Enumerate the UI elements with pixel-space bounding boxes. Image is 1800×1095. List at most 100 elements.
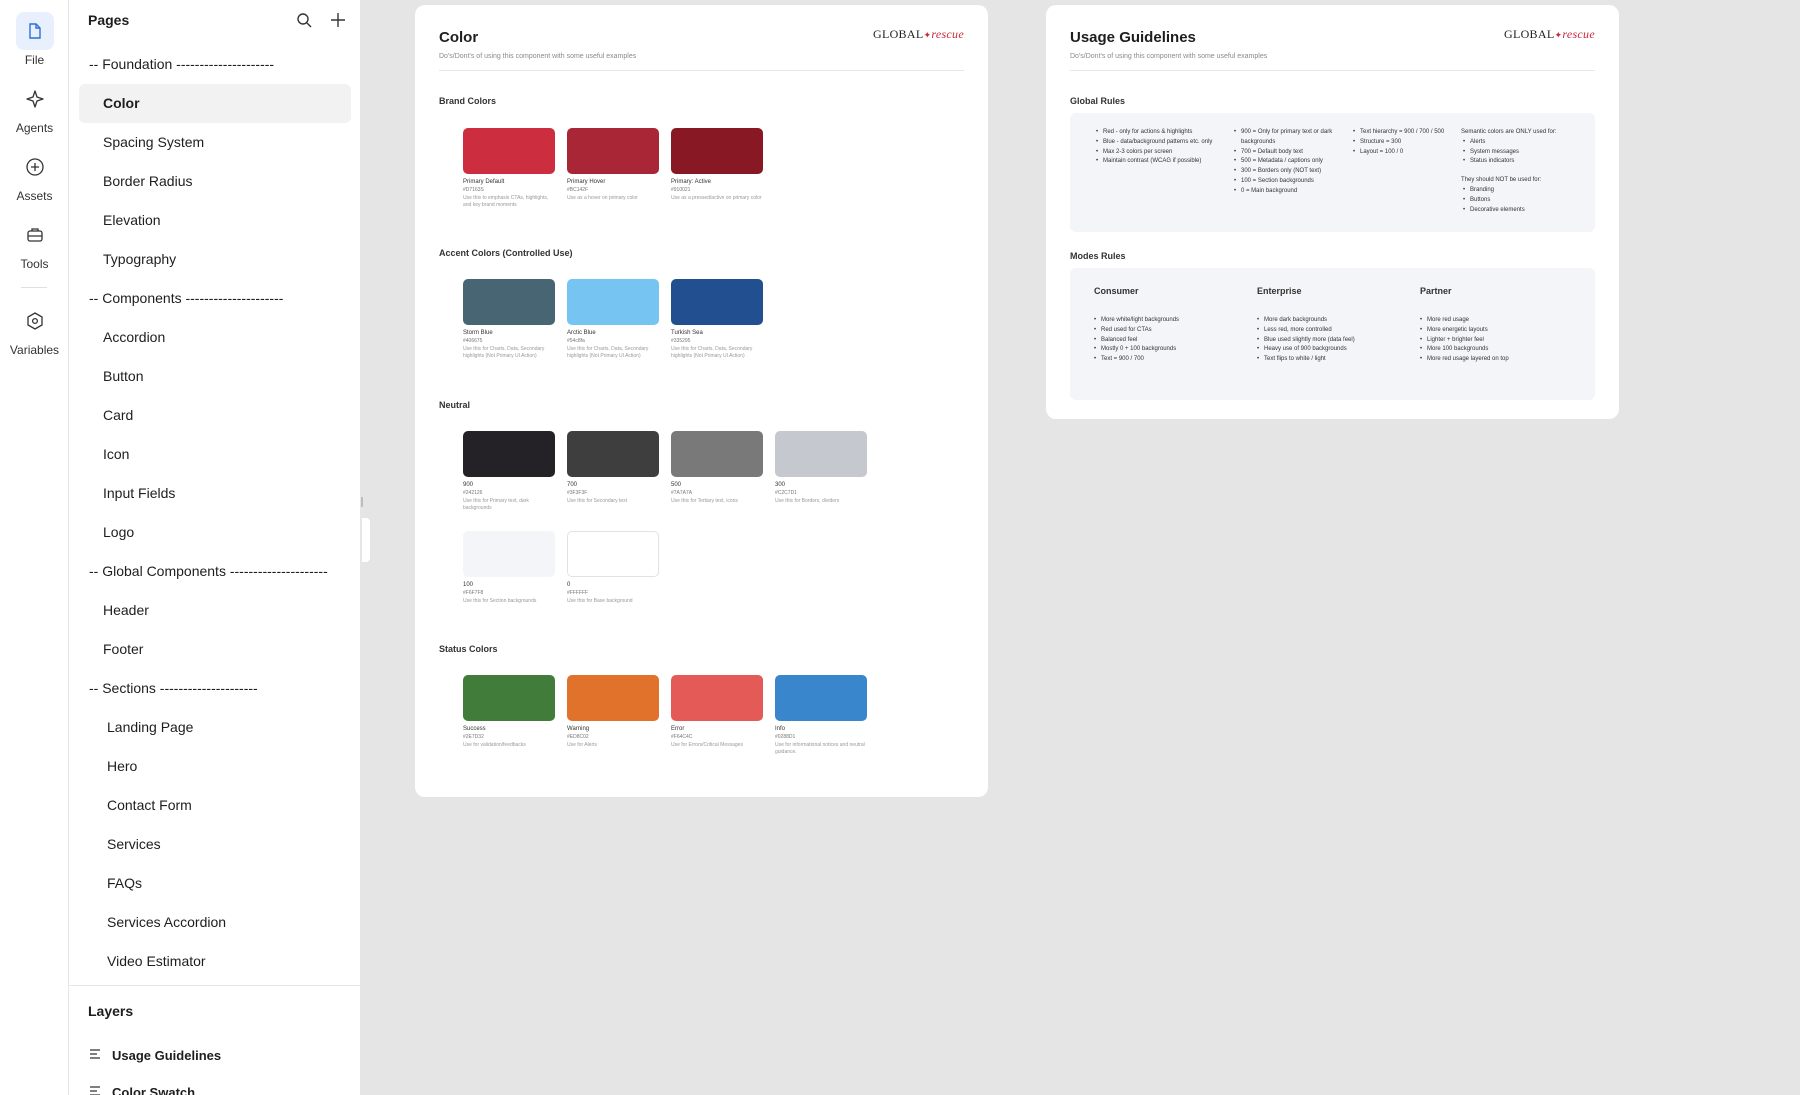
color-chip (775, 431, 867, 477)
page-item-color[interactable]: Color (79, 84, 351, 123)
page-item-typography[interactable]: Typography (79, 240, 351, 279)
modes-rules-heading: Modes Rules (1070, 251, 1126, 261)
swatch-neutral-300[interactable]: 300 #C2C7D1 Use this for Borders, divide… (775, 431, 867, 505)
swatch-neutral-100[interactable]: 100 #F6F7F8 Use this for Section backgro… (463, 531, 555, 605)
page-item-header[interactable]: Header (79, 591, 351, 630)
page-item-services[interactable]: Services (79, 825, 351, 864)
swatch-neutral-0[interactable]: 0 #FFFFFF Use this for Base background (567, 531, 659, 605)
mode-item: Balanced feel (1094, 336, 1244, 346)
swatch-hex: #D7163S (463, 187, 484, 193)
mode-item: Lighter + brighter feel (1420, 336, 1570, 346)
layer-color-swatch[interactable]: Color Swatch (88, 1082, 195, 1095)
rail-agents[interactable]: Agents (0, 80, 69, 135)
mode-item: More energetic layouts (1420, 326, 1570, 336)
page-item-contact-form[interactable]: Contact Form (79, 786, 351, 825)
global-rules-box: Red - only for actions & highlights Blue… (1070, 113, 1595, 232)
swatch-name: Arctic Blue (567, 330, 596, 336)
swatch-turkish-sea[interactable]: Turkish Sea #335295 Use this for Charts,… (671, 279, 763, 360)
swatch-hex: #2E7D32 (463, 734, 484, 740)
rail-label-assets: Assets (16, 189, 53, 203)
frame-layer-icon (88, 1047, 102, 1064)
page-item-button[interactable]: Button (79, 357, 351, 396)
section-neutral: Neutral (439, 400, 471, 410)
swatch-neutral-500[interactable]: 500 #7A7A7A Use this for Tertiary text, … (671, 431, 763, 505)
swatch-name: 700 (567, 482, 578, 488)
rail-label-file: File (24, 53, 45, 67)
swatch-warning[interactable]: Warning #ED8C02 Use for Alerts (567, 675, 659, 749)
page-item-landing-page[interactable]: Landing Page (79, 708, 351, 747)
swatch-primary-hover[interactable]: Primary Hover #BC142F Use as a hover on … (567, 128, 659, 202)
swatch-hex: #406675 (463, 338, 483, 344)
rail-variables[interactable]: Variables (0, 302, 69, 357)
add-page-icon[interactable] (328, 10, 348, 30)
swatch-hex: #FFFFFF (567, 590, 589, 596)
rail-assets[interactable]: Assets (0, 148, 69, 203)
swatch-desc: Use this for Borders, dividers (775, 498, 840, 504)
rail-file[interactable]: File (0, 12, 69, 67)
frame-title: Color (439, 29, 479, 46)
rail-label-variables: Variables (9, 343, 60, 357)
swatch-desc: Use as a hover on primary color (567, 195, 638, 201)
page-item-footer[interactable]: Footer (79, 630, 351, 669)
tool-rail: File Agents Assets Tools Variables (0, 0, 69, 1095)
swatch-arctic-blue[interactable]: Arctic Blue #54c8fa Use this for Charts,… (567, 279, 659, 360)
swatch-desc: Use this for Charts, Data, Secondary hig… (671, 346, 753, 359)
layers-heading: Layers (88, 1003, 134, 1019)
page-divider-global-components[interactable]: -- Global Components -------------------… (79, 552, 351, 591)
page-item-faqs[interactable]: FAQs (79, 864, 351, 903)
rule-item: 0 = Main background (1234, 187, 1352, 197)
rule-item: Buttons (1463, 196, 1579, 206)
color-chip (567, 531, 659, 577)
swatch-error[interactable]: Error #F64C4C Use for Errors/Critical Me… (671, 675, 763, 749)
mode-partner: Partner More red usage More energetic la… (1420, 286, 1570, 365)
page-item-logo[interactable]: Logo (79, 513, 351, 552)
swatch-desc: Use for Alerts (567, 742, 598, 748)
panel-resize-handle[interactable] (362, 518, 370, 562)
page-divider-foundation[interactable]: -- Foundation --------------------- (79, 45, 351, 84)
swatch-desc: Use this for Charts, Data, Secondary hig… (567, 346, 649, 359)
swatch-desc: Use as a pressed/active on primary color (671, 195, 762, 201)
swatch-hex: #242126 (463, 490, 483, 496)
frame-subtitle: Do's/Dont's of using this component with… (439, 53, 637, 60)
color-chip (567, 279, 659, 325)
swatch-primary-default[interactable]: Primary Default #D7163S Use this to emph… (463, 128, 555, 209)
layer-usage-guidelines[interactable]: Usage Guidelines (88, 1045, 221, 1065)
swatch-name: 500 (671, 482, 682, 488)
page-item-accordion[interactable]: Accordion (79, 318, 351, 357)
swatch-name: 900 (463, 482, 474, 488)
page-item-video-estimator[interactable]: Video Estimator (79, 942, 351, 981)
color-frame[interactable]: Color Do's/Dont's of using this componen… (415, 5, 988, 797)
page-item-icon[interactable]: Icon (79, 435, 351, 474)
swatch-name: Storm Blue (463, 330, 493, 336)
swatch-hex: #F6F7F8 (463, 590, 484, 596)
swatch-primary-active[interactable]: Primary: Active #910021 Use as a pressed… (671, 128, 763, 202)
mode-consumer: Consumer More white/light backgrounds Re… (1094, 286, 1244, 365)
search-icon[interactable] (294, 10, 314, 30)
page-item-input-fields[interactable]: Input Fields (79, 474, 351, 513)
page-item-services-accordion[interactable]: Services Accordion (79, 903, 351, 942)
sparkle-icon (16, 80, 54, 118)
mode-item: Red used for CTAs (1094, 326, 1244, 336)
usage-guidelines-frame[interactable]: Usage Guidelines Do's/Dont's of using th… (1046, 5, 1619, 419)
panel-resize-notch (361, 497, 363, 507)
swatch-neutral-900[interactable]: 900 #242126 Use this for Primary text, d… (463, 431, 555, 512)
swatch-hex: #910021 (671, 187, 691, 193)
layer-label: Usage Guidelines (112, 1047, 222, 1063)
rules-column-color-usage: Red - only for actions & highlights Blue… (1096, 128, 1231, 167)
page-item-card[interactable]: Card (79, 396, 351, 435)
swatch-neutral-700[interactable]: 700 #3F3F3F Use this for Secondary text (567, 431, 659, 505)
swatch-name: Primary Default (463, 179, 505, 185)
page-divider-components[interactable]: -- Components --------------------- (79, 279, 351, 318)
page-item-hero[interactable]: Hero (79, 747, 351, 786)
page-item-elevation[interactable]: Elevation (79, 201, 351, 240)
section-status-colors: Status Colors (439, 644, 498, 654)
color-chip (463, 279, 555, 325)
page-item-spacing-system[interactable]: Spacing System (79, 123, 351, 162)
page-divider-sections[interactable]: -- Sections --------------------- (79, 669, 351, 708)
swatch-success[interactable]: Success #2E7D32 Use for validation/feedb… (463, 675, 555, 749)
rail-tools[interactable]: Tools (0, 216, 69, 271)
frame-layer-icon (88, 1084, 102, 1095)
swatch-storm-blue[interactable]: Storm Blue #406675 Use this for Charts, … (463, 279, 555, 360)
page-item-border-radius[interactable]: Border Radius (79, 162, 351, 201)
swatch-info[interactable]: Info #0288D1 Use for informational notic… (775, 675, 867, 756)
